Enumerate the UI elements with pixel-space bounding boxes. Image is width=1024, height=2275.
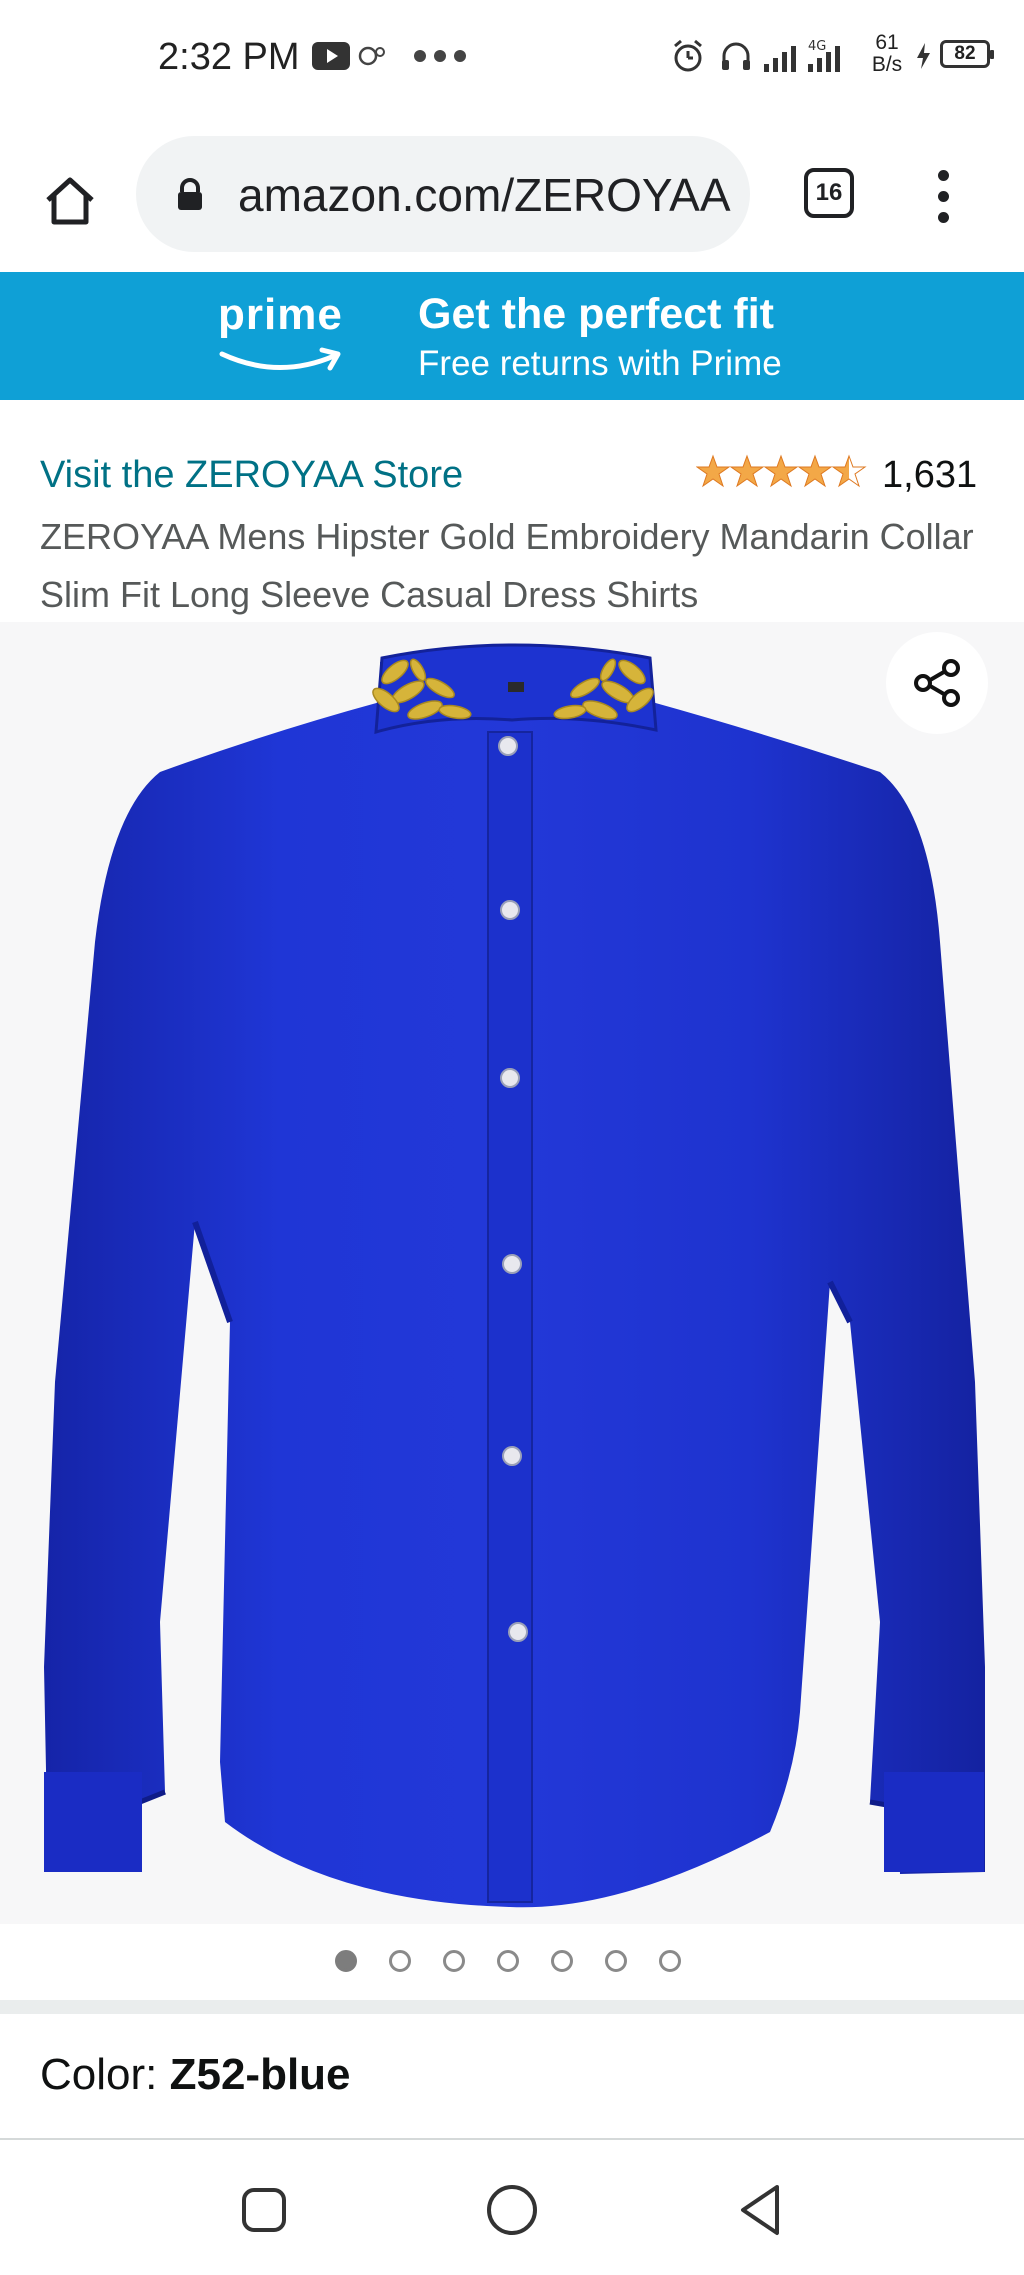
signal-icon: 4G: [764, 36, 852, 76]
carousel-dot[interactable]: [389, 1950, 411, 1972]
home-button[interactable]: [30, 160, 110, 240]
triangle-back-icon: [741, 2185, 779, 2235]
square-icon: [242, 2188, 286, 2232]
url-bar[interactable]: amazon.com/ZEROYAA: [136, 136, 750, 252]
product-title: ZEROYAA Mens Hipster Gold Embroidery Man…: [40, 516, 974, 615]
more-notifications-icon: [412, 36, 472, 76]
tab-switcher-button[interactable]: 16: [804, 168, 854, 218]
store-link[interactable]: Visit the ZEROYAA Store: [40, 454, 463, 497]
carousel-dot[interactable]: [659, 1950, 681, 1972]
alarm-icon: [670, 36, 706, 76]
product-image[interactable]: [0, 622, 1024, 1924]
network-speed-unit: B/s: [871, 53, 903, 76]
carousel-dot[interactable]: [335, 1950, 357, 1972]
network-speed: 61 B/s: [862, 32, 912, 76]
color-value: Z52-blue: [169, 2050, 351, 2099]
headset-icon: [718, 36, 754, 76]
carousel-dot[interactable]: [443, 1950, 465, 1972]
youtube-icon: [312, 36, 350, 76]
carousel-dot[interactable]: [551, 1950, 573, 1972]
rating-count[interactable]: 1,631: [882, 454, 977, 497]
svg-text:4G: 4G: [808, 39, 826, 54]
more-vert-icon[interactable]: [924, 166, 964, 228]
url-text: amazon.com/ZEROYAA: [238, 169, 731, 221]
notification-icon: [356, 36, 390, 76]
color-selector[interactable]: Color: Z52-blue: [40, 2050, 351, 2100]
rating-stars[interactable]: [696, 452, 868, 497]
image-carousel-dots: [0, 1932, 1024, 1988]
color-label: Color:: [40, 2050, 158, 2099]
carousel-dot[interactable]: [497, 1950, 519, 1972]
section-divider: [0, 2000, 1024, 2014]
tab-count: 16: [815, 179, 843, 206]
circle-icon: [487, 2185, 537, 2235]
battery-indicator: 82: [940, 40, 994, 68]
prime-subtext: Free returns with Prime: [418, 344, 782, 383]
prime-headline: Get the perfect fit: [418, 290, 774, 338]
prime-logo: prime: [218, 290, 343, 339]
share-icon: [914, 659, 960, 707]
home-nav-button[interactable]: [482, 2180, 542, 2240]
charging-icon: [914, 36, 934, 76]
carousel-dot[interactable]: [605, 1950, 627, 1972]
battery-level: 82: [954, 43, 976, 64]
status-time: 2:32 PM: [158, 36, 300, 78]
back-button[interactable]: [730, 2180, 790, 2240]
lock-icon: [176, 178, 204, 217]
prime-smile-icon: [218, 346, 346, 381]
network-speed-value: 61: [875, 31, 899, 54]
recent-apps-button[interactable]: [234, 2180, 294, 2240]
share-button[interactable]: [886, 632, 988, 734]
home-icon: [46, 177, 94, 225]
